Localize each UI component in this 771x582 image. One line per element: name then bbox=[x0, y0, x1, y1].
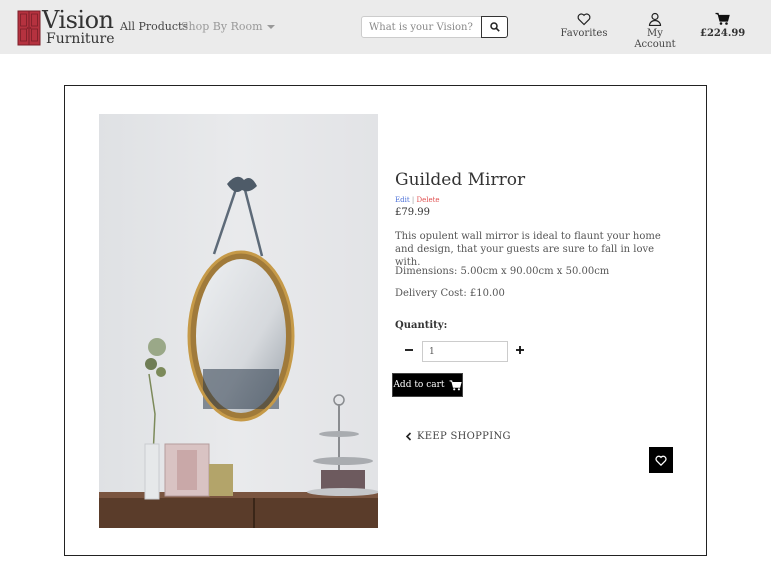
product-price: £79.99 bbox=[395, 207, 430, 218]
quantity-label: Quantity: bbox=[395, 320, 448, 331]
product-detail-panel: Guilded Mirror Edit | Delete £79.99 This… bbox=[64, 85, 707, 556]
search-icon bbox=[489, 22, 500, 32]
plus-icon bbox=[516, 346, 524, 354]
add-to-cart-button[interactable]: Add to cart bbox=[392, 373, 463, 397]
minus-icon bbox=[405, 349, 413, 351]
caret-down-icon bbox=[266, 25, 275, 29]
nav-all-products[interactable]: All Products bbox=[120, 20, 188, 33]
admin-separator: | bbox=[411, 196, 415, 204]
cart-link[interactable]: £224.99 bbox=[700, 12, 746, 39]
wardrobe-logo-icon bbox=[17, 10, 41, 46]
keep-shopping-label: KEEP SHOPPING bbox=[417, 431, 511, 442]
keep-shopping-link[interactable]: KEEP SHOPPING bbox=[405, 431, 511, 442]
quantity-increment-button[interactable] bbox=[514, 344, 526, 356]
favorites-label: Favorites bbox=[560, 28, 608, 39]
my-account-link[interactable]: My Account bbox=[626, 12, 684, 50]
user-icon bbox=[648, 12, 662, 26]
cart-icon bbox=[715, 12, 730, 25]
my-account-label: My Account bbox=[634, 28, 676, 50]
delete-link[interactable]: Delete bbox=[416, 196, 439, 204]
site-header: Vision Furniture All Products Shop By Ro… bbox=[0, 0, 771, 54]
quantity-input[interactable] bbox=[422, 341, 508, 362]
nav-shop-by-room-label: Shop By Room bbox=[181, 20, 263, 33]
admin-links: Edit | Delete bbox=[395, 196, 440, 204]
add-to-cart-label: Add to cart bbox=[393, 380, 445, 390]
product-dimensions: Dimensions: 5.00cm x 90.00cm x 50.00cm bbox=[395, 266, 610, 277]
product-image bbox=[99, 114, 378, 528]
heart-icon bbox=[577, 13, 591, 26]
product-title: Guilded Mirror bbox=[395, 170, 526, 190]
search-input[interactable] bbox=[361, 16, 482, 38]
favorites-link[interactable]: Favorites bbox=[560, 12, 608, 39]
delivery-cost: Delivery Cost: £10.00 bbox=[395, 288, 505, 299]
nav-shop-by-room[interactable]: Shop By Room bbox=[181, 20, 275, 33]
logo-text-vision: Vision bbox=[42, 6, 114, 34]
product-description: This opulent wall mirror is ideal to fla… bbox=[395, 231, 661, 268]
site-logo[interactable]: Vision Furniture bbox=[17, 6, 115, 48]
edit-link[interactable]: Edit bbox=[395, 196, 410, 204]
cart-icon bbox=[449, 379, 462, 390]
quantity-decrement-button[interactable] bbox=[403, 344, 415, 356]
chevron-left-icon bbox=[405, 432, 412, 441]
search-button[interactable] bbox=[481, 16, 508, 38]
add-to-favorites-button[interactable] bbox=[649, 447, 673, 473]
cart-total: £224.99 bbox=[700, 28, 746, 39]
heart-icon bbox=[655, 455, 667, 466]
logo-text-furniture: Furniture bbox=[46, 31, 115, 47]
